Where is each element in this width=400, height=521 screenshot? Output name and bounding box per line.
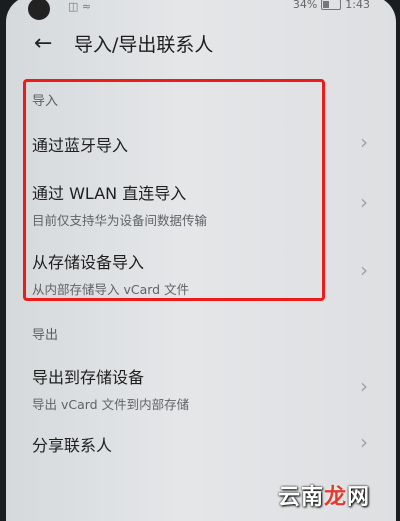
chevron-right-icon: › [360, 430, 368, 454]
front-camera [28, 0, 50, 20]
chevron-right-icon: › [360, 374, 368, 398]
chevron-right-icon: › [360, 190, 368, 214]
watermark-text: 云南 [277, 485, 324, 510]
item-title: 分享联系人 [32, 436, 113, 455]
battery-percent: 34% [292, 0, 318, 11]
export-section-label: 导出 [32, 328, 59, 343]
page-title: 导入/导出联系人 [74, 34, 214, 56]
battery-icon [321, 0, 342, 10]
back-arrow-icon[interactable]: ← [34, 31, 60, 56]
phone-frame: ◫ ≈ 34% 1:43 ← 导入/导出联系人 导入 通过蓝牙导入 › 通过 W… [0, 0, 400, 521]
item-title: 导出到存储设备 [32, 368, 145, 387]
share-contacts-item[interactable]: 分享联系人 [32, 432, 372, 456]
screen: ◫ ≈ 34% 1:43 ← 导入/导出联系人 导入 通过蓝牙导入 › 通过 W… [6, 0, 396, 521]
highlight-box [23, 79, 325, 301]
watermark-text: 网 [346, 485, 370, 510]
export-storage-item[interactable]: 导出到存储设备 导出 vCard 文件到内部存储 [32, 364, 372, 413]
header: ← 导入/导出联系人 [34, 30, 213, 57]
status-right: 34% 1:43 [293, 0, 370, 11]
watermark-logo: 云南龙网 [278, 479, 370, 511]
watermark-accent: 龙 [323, 485, 347, 510]
status-icons: ◫ ≈ [68, 0, 92, 13]
clock: 1:43 [345, 0, 370, 11]
chevron-right-icon: › [360, 130, 368, 154]
item-subtitle: 导出 vCard 文件到内部存储 [32, 397, 190, 412]
chevron-right-icon: › [360, 258, 368, 282]
